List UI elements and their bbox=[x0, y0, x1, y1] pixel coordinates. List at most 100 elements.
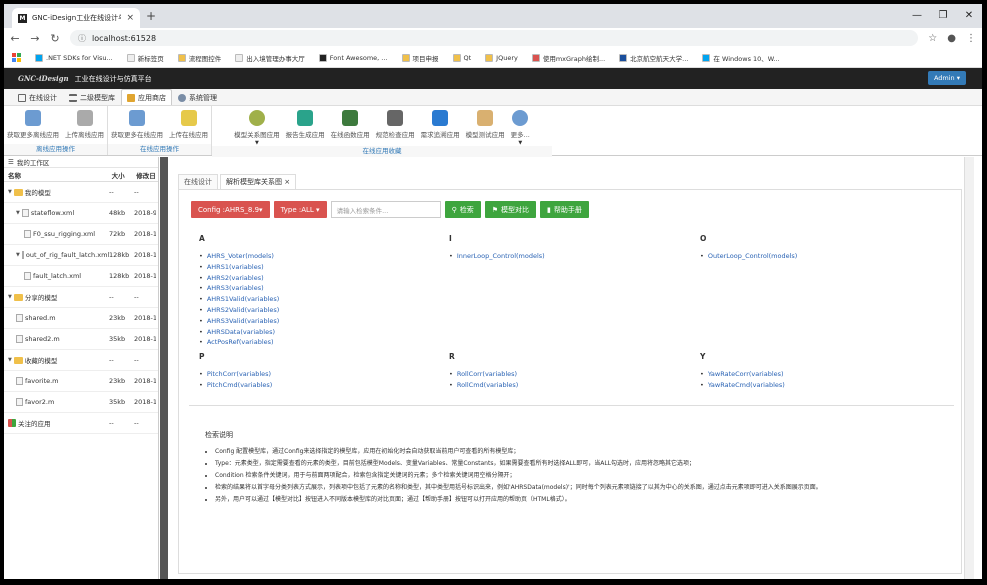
bookmark-item[interactable]: 新标签页 bbox=[126, 53, 164, 63]
window-close-icon[interactable]: ✕ bbox=[956, 4, 982, 28]
edit-icon bbox=[18, 93, 26, 102]
table-row[interactable]: shared2.m 35kb 2018-1 bbox=[4, 329, 158, 350]
vertical-scrollbar[interactable] bbox=[964, 157, 974, 579]
tab-app-store[interactable]: 应用商店 bbox=[121, 89, 172, 105]
bookmark-item[interactable]: JQuery bbox=[485, 53, 518, 62]
apps-icon[interactable] bbox=[12, 53, 21, 62]
menu-icon[interactable]: ⋮ bbox=[966, 33, 976, 44]
ribbon-button[interactable]: 需求追溯应用 bbox=[418, 106, 463, 146]
index-link[interactable]: AHRS1Valid(variables) bbox=[199, 295, 279, 303]
expand-icon[interactable]: ▼ bbox=[16, 252, 20, 258]
browser-tab[interactable]: M GNC-iDesign工业在线设计与仿 × bbox=[12, 8, 140, 28]
reload-icon[interactable]: ↻ bbox=[50, 32, 60, 45]
bookmark-item[interactable]: 项目申报 bbox=[401, 53, 439, 63]
bookmarks-bar: .NET SDKs for Visu... 新标签页 流程图控件 出入境管理办事大厅 F… bbox=[4, 48, 982, 68]
ribbon-button[interactable]: 获取更多在线应用 bbox=[108, 106, 166, 144]
ribbon-button-label: 在线函数应用 bbox=[330, 131, 370, 139]
table-row[interactable]: F0_ssu_rigging.xml 72kb 2018-1 bbox=[4, 224, 158, 245]
browser-tab-strip: M GNC-iDesign工业在线设计与仿 × + — ❐ ✕ bbox=[4, 4, 982, 28]
index-link[interactable]: InnerLoop_Control(models) bbox=[449, 252, 545, 260]
ribbon-button[interactable]: 获取更多离线应用 bbox=[4, 106, 62, 144]
bookmark-item[interactable]: 使用mxGraph绘制... bbox=[531, 53, 605, 63]
ribbon-button[interactable]: 在线函数应用 bbox=[328, 106, 373, 146]
index-link[interactable]: PitchCorr(variables) bbox=[199, 370, 271, 378]
tab-model-library[interactable]: 二级模型库 bbox=[63, 89, 121, 105]
admin-label: Admin bbox=[933, 74, 955, 82]
back-icon[interactable]: ← bbox=[10, 32, 20, 45]
table-row[interactable]: ▼ 收藏的模型 -- -- bbox=[4, 350, 158, 371]
panel-splitter[interactable] bbox=[160, 157, 168, 579]
url-bar[interactable]: ⓘ localhost:61528 bbox=[70, 30, 919, 46]
index-link[interactable]: AHRS1(variables) bbox=[199, 263, 264, 271]
table-row[interactable]: shared.m 23kb 2018-1 bbox=[4, 308, 158, 329]
ribbon-button[interactable]: 上传离线应用 bbox=[62, 106, 107, 144]
row-size: 23kb bbox=[109, 377, 126, 385]
index-link[interactable]: ActPosRef(variables) bbox=[199, 338, 274, 346]
bookmark-item[interactable]: 在 Windows 10、W... bbox=[702, 53, 780, 63]
expand-icon[interactable]: ▼ bbox=[8, 294, 12, 300]
ribbon-button-label: 上传在线应用 bbox=[169, 131, 208, 139]
star-icon[interactable]: ☆ bbox=[928, 33, 937, 44]
content-tab-graph[interactable]: 解析模型库关系图 × bbox=[220, 174, 297, 190]
ribbon-button[interactable]: 更多... ▼ bbox=[508, 106, 533, 146]
col-date[interactable]: 修改日 bbox=[136, 170, 158, 180]
forward-icon[interactable]: → bbox=[30, 32, 40, 45]
index-link[interactable]: AHRS3Valid(variables) bbox=[199, 317, 279, 325]
minimize-icon[interactable]: — bbox=[904, 4, 930, 28]
ribbon-button[interactable]: 模型关系图应用 ▼ bbox=[231, 106, 283, 146]
flag-icon: ⚑ bbox=[491, 205, 498, 214]
index-link[interactable]: AHRS2(variables) bbox=[199, 274, 264, 282]
index-letter: P bbox=[199, 352, 205, 361]
index-link[interactable]: AHRS_Voter(models) bbox=[199, 252, 274, 260]
bookmark-icon bbox=[531, 53, 540, 62]
help-button[interactable]: ▮ 帮助手册 bbox=[539, 201, 589, 218]
search-button[interactable]: ⚲ 检索 bbox=[444, 201, 481, 218]
index-link[interactable]: PitchCmd(variables) bbox=[199, 381, 273, 389]
index-link[interactable]: OuterLoop_Control(models) bbox=[700, 252, 798, 260]
tab-online-design[interactable]: 在线设计 bbox=[12, 89, 63, 105]
config-dropdown[interactable]: Config :AHRS_8.9▾ bbox=[191, 201, 270, 218]
close-icon[interactable]: × bbox=[126, 13, 134, 23]
index-link[interactable]: AHRS2Valid(variables) bbox=[199, 306, 279, 314]
col-name[interactable]: 名称 bbox=[8, 170, 112, 180]
index-link[interactable]: AHRSData(variables) bbox=[199, 328, 275, 336]
table-row[interactable]: ▼ 分享的模型 -- -- bbox=[4, 287, 158, 308]
table-row[interactable]: ▼ stateflow.xml 48kb 2018-9 bbox=[4, 203, 158, 224]
compare-button[interactable]: ⚑ 模型对比 bbox=[484, 201, 536, 218]
col-size[interactable]: 大小 bbox=[112, 170, 137, 180]
expand-icon[interactable]: ▼ bbox=[8, 357, 12, 363]
bookmark-item[interactable]: Font Awesome, ... bbox=[318, 53, 388, 62]
bookmark-label: Font Awesome, ... bbox=[329, 53, 388, 62]
new-tab-icon[interactable]: + bbox=[146, 9, 156, 23]
table-row[interactable]: favorite.m 23kb 2018-1 bbox=[4, 371, 158, 392]
content-tab-design[interactable]: 在线设计 bbox=[178, 174, 218, 190]
bookmark-item[interactable]: 流程图控件 bbox=[177, 53, 221, 63]
index-link[interactable]: YawRateCmd(variables) bbox=[700, 381, 785, 389]
index-link[interactable]: AHRS3(variables) bbox=[199, 284, 264, 292]
ribbon-button[interactable]: 模型测试应用 bbox=[463, 106, 508, 146]
admin-dropdown[interactable]: Admin ▾ bbox=[927, 71, 966, 85]
table-row[interactable]: ▼ out_of_rig_fault_latch.xml 128kb 2018-1 bbox=[4, 245, 158, 266]
type-dropdown[interactable]: Type :ALL ▾ bbox=[273, 201, 327, 218]
index-link[interactable]: YawRateCorr(variables) bbox=[700, 370, 784, 378]
search-input[interactable]: 请输入检索条件... bbox=[330, 201, 441, 218]
index-link[interactable]: RollCmd(variables) bbox=[449, 381, 519, 389]
ribbon-button[interactable]: 上传在线应用 bbox=[166, 106, 211, 144]
index-link[interactable]: RollCorr(variables) bbox=[449, 370, 517, 378]
account-icon[interactable]: ● bbox=[947, 33, 956, 44]
restore-icon[interactable]: ❐ bbox=[930, 4, 956, 28]
expand-icon[interactable]: ▼ bbox=[16, 210, 20, 216]
tab-system-admin[interactable]: 系统管理 bbox=[172, 89, 223, 105]
row-name: out_of_rig_fault_latch.xml bbox=[25, 251, 109, 259]
table-row[interactable]: fault_latch.xml 128kb 2018-1 bbox=[4, 266, 158, 287]
expand-icon[interactable]: ▼ bbox=[8, 189, 12, 195]
table-row[interactable]: ▼ 我的模型 -- -- bbox=[4, 182, 158, 203]
table-row[interactable]: favor2.m 35kb 2018-1 bbox=[4, 392, 158, 413]
table-row[interactable]: 关注的应用 -- -- bbox=[4, 413, 158, 434]
bookmark-item[interactable]: 出入境管理办事大厅 bbox=[235, 53, 305, 63]
ribbon-button[interactable]: 报告生成应用 bbox=[283, 106, 328, 146]
bookmark-item[interactable]: 北京航空航天大学... bbox=[619, 53, 688, 63]
bookmark-item[interactable]: .NET SDKs for Visu... bbox=[35, 53, 113, 62]
bookmark-item[interactable]: Qt bbox=[452, 53, 471, 62]
ribbon-button[interactable]: 规范检查应用 bbox=[373, 106, 418, 146]
